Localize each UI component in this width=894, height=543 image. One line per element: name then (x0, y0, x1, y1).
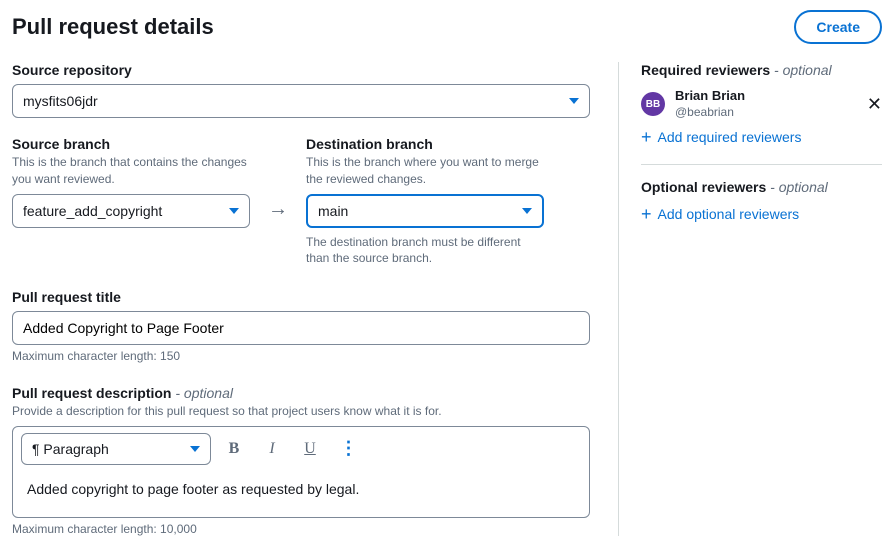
avatar: BB (641, 92, 665, 116)
more-options-button[interactable]: ⋮ (333, 434, 363, 464)
caret-down-icon (229, 208, 239, 214)
reviewer-name: Brian Brian (675, 88, 857, 105)
source-branch-select[interactable]: feature_add_copyright (12, 194, 250, 228)
destination-branch-note: The destination branch must be different… (306, 234, 544, 268)
bold-button[interactable]: B (219, 434, 249, 464)
reviewer-handle: @beabrian (675, 105, 857, 121)
destination-branch-select[interactable]: main (306, 194, 544, 228)
source-branch-hint: This is the branch that contains the cha… (12, 154, 250, 188)
reviewer-row: BB Brian Brian @beabrian ✕ (641, 88, 882, 120)
required-reviewers-heading: Required reviewers - optional (641, 62, 882, 78)
text-format-select[interactable]: ¶ Paragraph (21, 433, 211, 465)
source-branch-value: feature_add_copyright (23, 203, 162, 219)
pr-description-limit: Maximum character length: 10,000 (12, 522, 590, 536)
destination-branch-label: Destination branch (306, 136, 544, 152)
page-title: Pull request details (12, 14, 214, 40)
optional-reviewers-heading: Optional reviewers - optional (641, 179, 882, 195)
source-repository-value: mysfits06jdr (23, 93, 98, 109)
pr-title-input[interactable] (12, 311, 590, 345)
add-required-reviewers-link[interactable]: + Add required reviewers (641, 128, 882, 146)
pr-description-label: Pull request description - optional (12, 385, 590, 401)
pr-title-label: Pull request title (12, 289, 590, 305)
arrow-right-icon: → (268, 198, 288, 221)
create-button[interactable]: Create (794, 10, 882, 44)
plus-icon: + (641, 205, 652, 223)
destination-branch-value: main (318, 203, 348, 219)
pr-title-limit: Maximum character length: 150 (12, 349, 590, 363)
remove-reviewer-button[interactable]: ✕ (867, 94, 882, 115)
italic-button[interactable]: I (257, 434, 287, 464)
pr-description-hint: Provide a description for this pull requ… (12, 403, 590, 420)
plus-icon: + (641, 128, 652, 146)
destination-branch-hint: This is the branch where you want to mer… (306, 154, 544, 188)
pr-description-editor: ¶ Paragraph B I U ⋮ Added copyright to p… (12, 426, 590, 518)
source-repository-select[interactable]: mysfits06jdr (12, 84, 590, 118)
source-branch-label: Source branch (12, 136, 250, 152)
caret-down-icon (190, 446, 200, 452)
underline-button[interactable]: U (295, 434, 325, 464)
caret-down-icon (522, 208, 532, 214)
pr-description-body[interactable]: Added copyright to page footer as reques… (13, 471, 589, 517)
format-value: ¶ Paragraph (32, 441, 109, 457)
source-repository-label: Source repository (12, 62, 590, 78)
add-optional-reviewers-link[interactable]: + Add optional reviewers (641, 205, 882, 223)
divider (641, 164, 882, 165)
caret-down-icon (569, 98, 579, 104)
